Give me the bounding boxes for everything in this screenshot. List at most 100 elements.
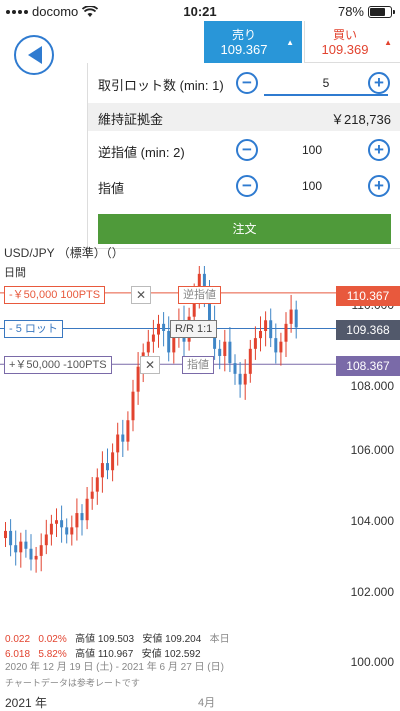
candle [284,323,288,342]
lot-plus-button[interactable]: + [368,72,390,94]
y-axis-label: 106.000 [350,443,394,457]
candle [146,341,150,353]
limit-plus-button[interactable]: + [368,175,390,197]
sell-label: 売り [231,28,256,42]
back-button[interactable] [14,35,54,75]
candle [9,530,13,546]
candle [55,520,58,524]
y-axis-label: 100.000 [350,655,394,669]
buy-price: 109.369 [321,42,369,57]
candle [100,463,104,478]
candle [279,341,283,353]
candle [131,391,135,421]
candle [95,477,99,492]
lot-row: 取引ロット数 (min: 1) − 5 + [88,65,400,101]
margin-row: 維持証拠金 ￥218,736 [88,103,400,131]
y-axis-label: 102.000 [350,585,394,599]
stop-row: 逆指値 (min: 2) − 100 + [88,132,400,168]
stop-order-label[interactable]: 逆指値 [178,286,221,304]
stop-minus-button[interactable]: − [236,139,258,161]
candle [70,527,74,535]
candle [264,320,268,331]
candle [75,513,79,528]
candle [34,555,38,560]
candle [218,348,222,356]
candle [111,452,115,471]
battery-group: 78% [337,4,395,19]
x-axis-label-april: 4月 [198,697,216,709]
candle [44,534,48,546]
stop-close-icon[interactable]: ✕ [131,286,151,304]
change-percent: 0.02% [38,634,67,645]
candle [294,309,298,328]
candle [228,341,232,364]
candle [289,309,293,324]
buy-label: 買い [332,28,357,42]
position-price-tag: 109.368 [336,320,400,340]
stop-loss-tag[interactable]: -￥50,000 100PTS [4,286,106,304]
lot-label: 取引ロット数 (min: 1) [98,78,224,93]
sell-button[interactable]: 売り 109.367 ▲ [204,21,302,63]
candle [60,520,64,528]
risk-reward-label: R/R 1:1 [170,320,218,338]
candle [116,434,120,453]
candle [162,323,166,331]
limit-close-icon[interactable]: ✕ [140,356,160,374]
y-axis-label: 104.000 [350,514,394,528]
change-value: 0.022 [5,634,31,645]
stop-input[interactable]: 100 [264,137,360,163]
date-range: 2020 年 12 月 19 日 (土) - 2021 年 6 月 27 日 (… [5,662,224,673]
candle [243,373,247,385]
margin-amount: ￥218,736 [331,112,391,127]
position-tag[interactable]: - 5 ロット [4,320,63,338]
candle [14,545,18,553]
limit-minus-button[interactable]: − [236,175,258,197]
candle [49,523,53,535]
limit-input[interactable]: 100 [264,173,360,199]
order-button[interactable]: 注文 [98,214,391,244]
candle [29,548,33,560]
limit-row: 指値 − 100 + [88,168,400,204]
candle [85,498,89,521]
candle [106,463,109,471]
candle [4,530,7,539]
candle [274,338,278,353]
limit-order-label[interactable]: 指値 [182,356,214,374]
candle [259,330,262,339]
limit-label: 指値 [98,181,125,196]
high-value: 109.503 [97,634,135,645]
candle [223,341,227,356]
battery-icon [368,5,395,18]
symbol-label[interactable]: USD/JPY （標準）（） [4,244,124,261]
today-label: 本日 [209,634,230,645]
candle [253,338,257,349]
candle [238,373,242,385]
candle [24,541,28,549]
order-panel: 取引ロット数 (min: 1) − 5 + 維持証拠金 ￥218,736 逆指値… [87,63,400,249]
candle [248,348,252,374]
buy-up-arrow-icon: ▲ [384,38,392,47]
sell-up-arrow-icon: ▲ [286,38,294,47]
margin-label: 維持証拠金 [98,112,164,127]
stop-plus-button[interactable]: + [368,139,390,161]
lot-minus-button[interactable]: − [236,72,258,94]
limit-tag[interactable]: +￥50,000 -100PTS [4,356,112,374]
sell-price: 109.367 [220,42,268,57]
high-label: 高値 [75,634,96,645]
y-axis-label: 108.000 [350,379,394,393]
candle [19,541,23,553]
chart-note: チャートデータは参考レートです [5,678,140,688]
stop-label: 逆指値 (min: 2) [98,145,185,160]
stop-price-tag: 110.367 [336,286,400,306]
battery-percent: 78% [337,4,364,19]
x-axis-label-year: 2021 年 [5,696,48,710]
candle [80,513,84,521]
low-value: 109.204 [165,634,202,645]
candle [121,434,125,442]
stats-row-today: 0.022 0.02% 高値 109.503 安値 109.204 本日 [5,630,230,645]
candle [90,491,94,499]
candle [65,527,69,535]
buy-button[interactable]: 買い 109.369 ▲ [304,21,400,63]
candle [269,320,273,339]
candle [39,545,43,556]
